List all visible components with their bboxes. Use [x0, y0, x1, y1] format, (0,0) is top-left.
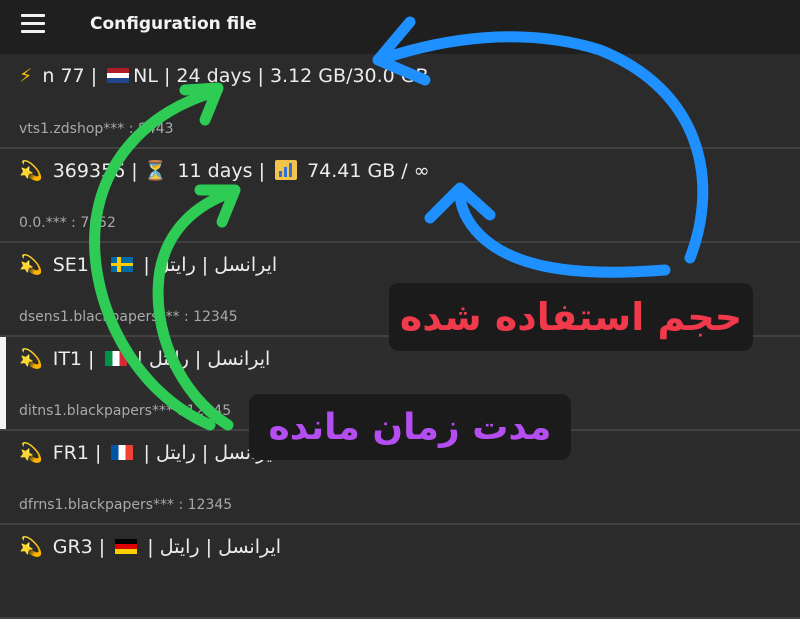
config-name: 369356 | [52, 160, 138, 182]
bar-chart-icon [275, 160, 298, 180]
config-name: IT1 | [52, 348, 95, 370]
dizzy-star-icon: 💫 [19, 348, 43, 370]
config-address: ditns1.blackpapers*** : 12345 [19, 403, 232, 419]
config-title: 💫 SE1 | | ایرانسل | رایتل [19, 253, 277, 276]
config-address: dfrns1.blackpapers*** : 12345 [19, 497, 233, 513]
app-bar: Configuration file [0, 0, 800, 54]
dizzy-star-icon: 💫 [19, 254, 43, 276]
config-name: SE1 | [52, 254, 102, 276]
config-name: FR1 | [52, 442, 102, 464]
italy-flag-icon [104, 351, 127, 366]
config-address: 0.0.*** : 7052 [19, 215, 116, 231]
config-details: NL | 24 days | 3.12 GB/30.0 GB [133, 65, 429, 87]
config-title: 💫 IT1 | | ایرانسل | رایتل [19, 347, 270, 370]
lightning-icon: ⚡ [19, 65, 33, 87]
selected-indicator [0, 337, 6, 429]
config-details: | ایرانسل | رایتل [136, 348, 271, 370]
config-title: 💫 FR1 | | ایرانسل | رایتل [19, 441, 277, 464]
hamburger-menu-icon[interactable] [21, 14, 45, 34]
config-item[interactable]: 💫 369356 | ⏳ 11 days | 74.41 GB / ∞ 0.0.… [0, 149, 800, 243]
germany-flag-icon [115, 539, 138, 554]
config-title: 💫 GR3 | | ایرانسل | رایتل [19, 535, 281, 558]
config-name: n 77 | [42, 65, 98, 87]
netherlands-flag-icon [107, 68, 130, 83]
config-address: vts1.zdshop*** : 8443 [19, 121, 174, 137]
config-title: ⚡ n 77 | NL | 24 days | 3.12 GB/30.0 GB [19, 65, 429, 87]
used-volume-annotation: حجم استفاده شده [389, 283, 753, 351]
remaining-time-annotation: مدت زمان مانده [249, 394, 571, 460]
config-item[interactable]: ⚡ n 77 | NL | 24 days | 3.12 GB/30.0 GB … [0, 55, 800, 149]
config-title: 💫 369356 | ⏳ 11 days | 74.41 GB / ∞ [19, 159, 430, 182]
config-details: | ایرانسل | رایتل [147, 536, 282, 558]
dizzy-star-icon: 💫 [19, 160, 43, 182]
dizzy-star-icon: 💫 [19, 536, 43, 558]
remaining-days: 11 days | [177, 160, 265, 182]
config-name: GR3 | [52, 536, 106, 558]
page-title: Configuration file [90, 14, 257, 34]
dizzy-star-icon: 💫 [19, 442, 43, 464]
config-details: | ایرانسل | رایتل [143, 254, 278, 276]
sweden-flag-icon [111, 257, 134, 272]
data-usage: 74.41 GB / ∞ [307, 160, 430, 182]
config-item[interactable]: 💫 GR3 | | ایرانسل | رایتل [0, 525, 800, 619]
france-flag-icon [111, 445, 134, 460]
hourglass-icon: ⏳ [143, 160, 168, 182]
config-address: dsens1.blackpapers*** : 12345 [19, 309, 238, 325]
